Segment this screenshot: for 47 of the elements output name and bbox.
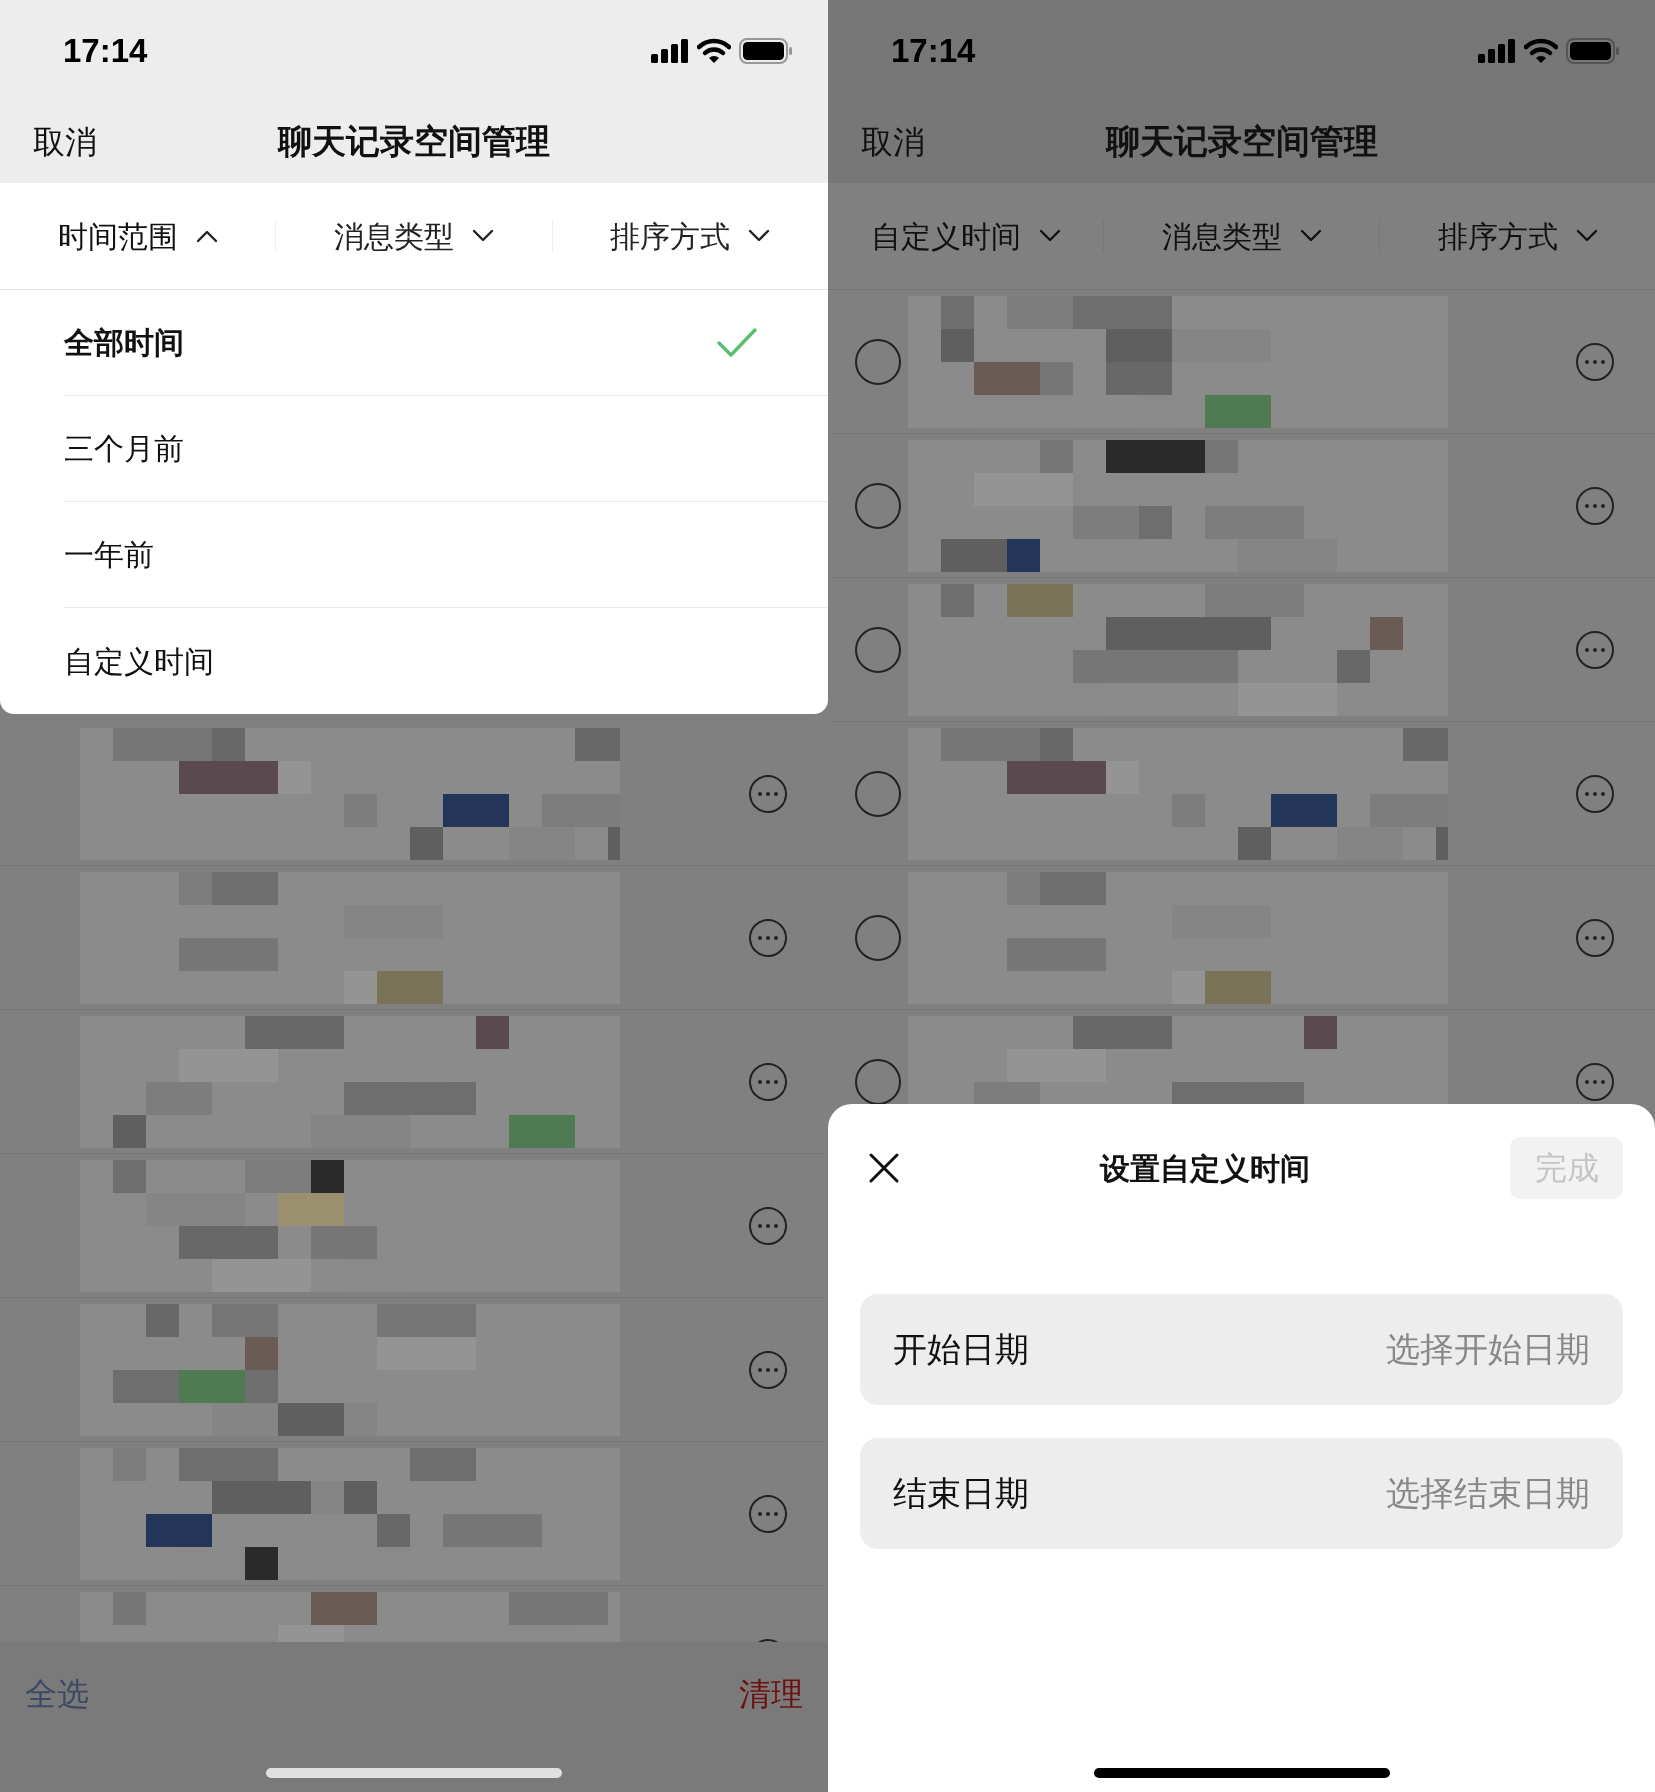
sheet-title: 设置自定义时间	[1100, 1150, 1310, 1187]
more-icon[interactable]	[1575, 773, 1615, 814]
chevron-up-icon	[195, 229, 218, 243]
more-icon[interactable]	[748, 917, 788, 958]
more-icon[interactable]	[1575, 341, 1615, 382]
more-icon[interactable]	[1575, 485, 1615, 526]
filter-tab[interactable]: 排序方式	[552, 213, 828, 259]
status-time: 17:14	[891, 31, 976, 72]
more-icon[interactable]	[1575, 917, 1615, 958]
field-label: 结束日期	[893, 1473, 1029, 1514]
filter-tab[interactable]: 排序方式	[1380, 213, 1655, 259]
check-icon	[716, 326, 758, 359]
chevron-down-icon	[472, 229, 494, 243]
filter-tab[interactable]: 消息类型	[276, 213, 552, 259]
chevron-down-icon	[1575, 229, 1598, 243]
filter-tab[interactable]: 时间范围	[0, 213, 276, 259]
page-title: 聊天记录空间管理	[1105, 121, 1378, 162]
cancel-button[interactable]: 取消	[861, 117, 925, 166]
cancel-button[interactable]: 取消	[33, 117, 97, 166]
filter-tab[interactable]: 消息类型	[1104, 213, 1379, 259]
signal-icon	[651, 39, 689, 63]
date-field[interactable]: 选择结束日期	[1029, 1468, 1590, 1519]
date-row[interactable]: 开始日期 选择开始日期	[860, 1294, 1623, 1405]
more-icon[interactable]	[748, 1061, 788, 1102]
battery-icon	[1566, 38, 1620, 64]
close-icon[interactable]	[868, 1152, 900, 1184]
wifi-icon	[1524, 38, 1558, 64]
more-icon[interactable]	[748, 1349, 788, 1390]
date-row[interactable]: 结束日期 选择结束日期	[860, 1438, 1623, 1549]
filter-tab[interactable]: 自定义时间	[828, 213, 1103, 259]
battery-icon	[739, 38, 793, 64]
menu-option[interactable]: 自定义时间	[64, 608, 828, 714]
more-icon[interactable]	[748, 773, 788, 814]
wifi-icon	[697, 38, 731, 64]
date-field[interactable]: 选择开始日期	[1029, 1324, 1590, 1375]
status-time: 17:14	[63, 31, 148, 72]
more-icon[interactable]	[1575, 1061, 1615, 1102]
more-icon[interactable]	[1575, 629, 1615, 670]
field-label: 开始日期	[893, 1329, 1029, 1370]
chevron-down-icon	[748, 229, 771, 243]
chevron-down-icon	[1299, 229, 1322, 243]
page-title: 聊天记录空间管理	[278, 121, 550, 162]
more-icon[interactable]	[748, 1205, 788, 1246]
more-icon[interactable]	[748, 1493, 788, 1534]
menu-option[interactable]: 全部时间	[64, 290, 828, 396]
chevron-down-icon	[1038, 229, 1061, 243]
signal-icon	[1478, 39, 1516, 63]
